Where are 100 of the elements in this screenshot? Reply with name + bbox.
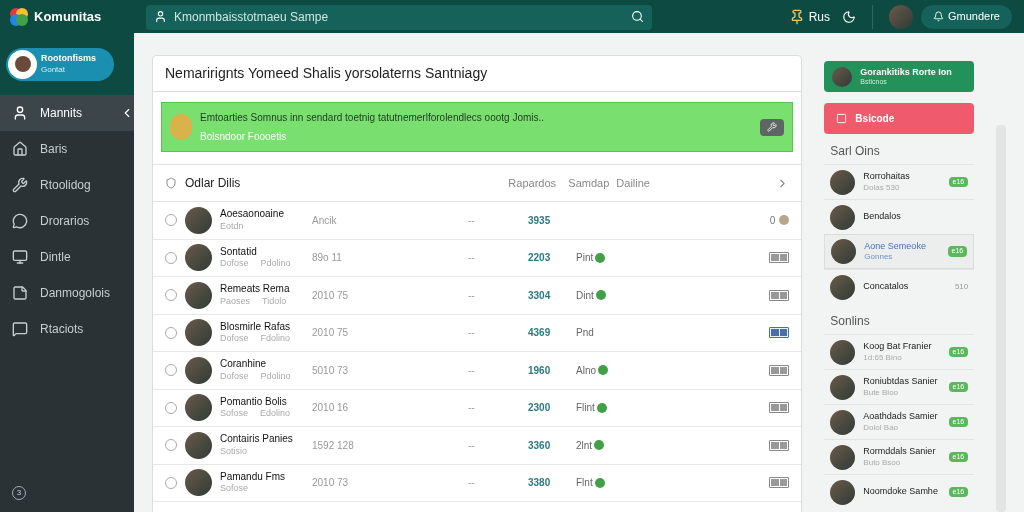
member-role: Paoses (220, 295, 251, 308)
table-row[interactable]: Pamandu Fms Sofose 2010 73 -- 3380 Flnt (153, 464, 802, 502)
notice-text: Emtoarties Somnus inn sendard toetnig tatutnemerlforolendlecs oootg Jomis.. (200, 111, 546, 125)
member-status: Fdolino (260, 333, 291, 345)
card-icon[interactable] (769, 402, 790, 414)
nav-item[interactable]: Rtaciots (0, 311, 134, 347)
table-cell-text: 89o 11 (312, 251, 343, 266)
count-label: 0 (769, 213, 776, 228)
avatar-icon (831, 239, 857, 264)
status-label: Pnd (576, 326, 594, 341)
avatar-icon (889, 4, 913, 29)
member-name: Coranhine (220, 358, 268, 371)
bell-icon (933, 11, 944, 22)
member-role: Eotdn (220, 220, 244, 233)
avatar-icon (830, 339, 856, 365)
table-row[interactable]: Aoesaonoaine Eotdn Ancik -- 3935 0 (153, 202, 802, 240)
account-button[interactable]: Gmundere (921, 4, 1012, 29)
card-icon[interactable] (769, 252, 790, 264)
avatar-icon (185, 319, 212, 347)
contact-subtitle: Dolas 530 (863, 182, 901, 193)
avatar-icon (185, 431, 212, 459)
member-name: Sontatid (220, 245, 258, 259)
table-cell-text: 3380 (528, 476, 552, 491)
card-icon[interactable] (769, 364, 790, 376)
avatar-icon (170, 114, 192, 140)
contact-item[interactable]: Concatalos 510 (824, 269, 975, 304)
square-icon (836, 113, 848, 124)
table-cell-text: Ancik (312, 213, 338, 228)
contact-subtitle: Gonnes (864, 252, 894, 263)
nav-item[interactable]: Mannits (0, 95, 134, 131)
search-field[interactable]: Kmonmbaisstotmaeu Sampe (146, 4, 652, 30)
tool-button[interactable] (760, 118, 785, 136)
table-cell-text: 2010 75 (312, 326, 350, 341)
table-row[interactable]: Blosmirle Rafas Dofose Fdolino 2010 75 -- 4369 Pnd (153, 314, 802, 352)
table-title: Odlar Dilis (185, 175, 241, 192)
monitor-icon (12, 249, 28, 265)
contact-subtitle: Dolol Bao (863, 422, 900, 433)
avatar-icon (185, 356, 212, 384)
member-name: Pomantio Bolis (220, 395, 288, 409)
avatar-icon (185, 206, 212, 234)
pin-label: Rus (808, 8, 830, 26)
table-cell-text: 1592 128 (312, 438, 355, 453)
table-cell-text: 2010 16 (312, 401, 350, 416)
table-cell-text: -- (468, 401, 476, 416)
table-cell-text: 3304 (528, 288, 552, 303)
moon-icon[interactable] (842, 9, 856, 24)
contact-subtitle: Bute Bloo (863, 387, 900, 398)
column-header: Dailine (616, 175, 650, 191)
card-icon[interactable] (769, 289, 790, 301)
count-label: 510 (954, 281, 969, 293)
feature-title: Gorankitiks Rorte Ion (860, 66, 952, 78)
table-row[interactable]: Remeats Rema Paoses Tidolo 2010 75 -- 3304 Dint (153, 277, 802, 315)
member-status: Edolino (260, 408, 291, 420)
contact-name: Concatalos (863, 281, 910, 293)
note-icon (12, 285, 28, 301)
profile-avatar (8, 49, 37, 79)
card-icon[interactable] (769, 439, 790, 451)
member-status: Pdolino (260, 370, 291, 383)
nav-item[interactable]: Baris (0, 131, 134, 167)
status-label: Flnt (576, 476, 593, 491)
table-cell-text: -- (468, 326, 476, 341)
nav-item[interactable]: Rtoolidog (0, 167, 134, 203)
contact-name: Rorrohaitas (863, 171, 911, 183)
nav-item[interactable]: Dintle (0, 239, 134, 275)
table-cell-text: 3360 (528, 438, 552, 453)
card-icon[interactable] (769, 327, 790, 339)
profile-name: Rootonfisms (41, 53, 96, 65)
section-title: Sarl Oins (830, 143, 881, 160)
avatar-icon (185, 244, 212, 272)
table-row[interactable]: Coranhine Dofose Pdolino 5010 73 -- 1960 Alno (153, 352, 802, 390)
nav-item[interactable]: Danmogolois (0, 275, 134, 311)
member-role: Sofose (220, 483, 249, 495)
avatar-icon (832, 66, 853, 87)
avatar-icon (185, 394, 212, 422)
coin-icon (779, 215, 790, 226)
status-label: Dint (576, 288, 594, 303)
status-label: 2lnt (576, 438, 593, 453)
shield-icon (165, 177, 177, 189)
contact-name: Aoathdads Samier (863, 411, 939, 423)
table-cell-text: 4369 (528, 326, 552, 341)
wrench-icon (12, 177, 28, 193)
avatar-icon (830, 479, 856, 505)
avatar-icon (185, 469, 212, 497)
avatar-icon (185, 281, 212, 309)
contact-name: Rormddals Sanier (863, 446, 937, 458)
table-cell-text: 2203 (528, 251, 552, 266)
contact-subtitle: 1d:65 Bino (863, 352, 903, 363)
user-icon (12, 105, 28, 121)
contact-name: Aone Semeoke (864, 240, 927, 253)
nav-item[interactable]: Drorarios (0, 203, 134, 239)
contact-subtitle: Buto Bsoo (863, 457, 902, 468)
table-row[interactable]: Sontatid Dofose Pdolino 89o 11 -- 2203 Pint (153, 239, 802, 277)
member-role: Dofose (220, 333, 249, 345)
profile-pill[interactable]: Rootonfisms Gontat (6, 47, 114, 81)
card-icon[interactable] (769, 477, 790, 489)
contact-name: Roniubtdas Sanier (863, 376, 939, 388)
contact-name: Bendalos (863, 211, 902, 223)
table-cell-text: 3935 (528, 213, 552, 228)
table-row[interactable]: Contairis Panies Sotisio 1592 128 -- 3360 2lnt (153, 427, 802, 465)
table-row[interactable]: Pomantio Bolis Sofose Edolino 2010 16 -- 2300 Flint (153, 389, 802, 427)
